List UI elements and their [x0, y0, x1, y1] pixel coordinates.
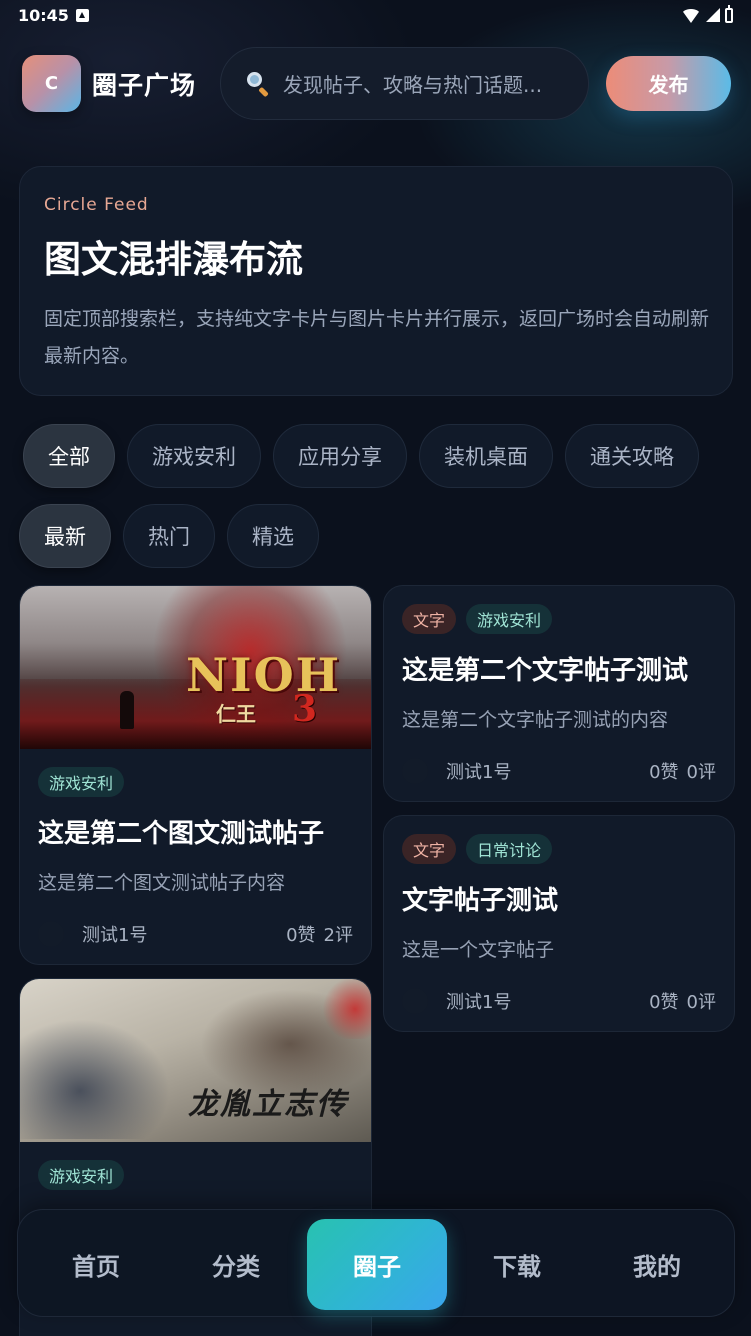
battery-icon: [725, 4, 733, 23]
post-meta: 测试1号 0赞 0评: [402, 758, 716, 784]
status-time: 10:45: [18, 6, 69, 25]
sort-hot[interactable]: 热门: [123, 504, 215, 568]
post-desc: 这是一个文字帖子: [402, 939, 555, 961]
post-tag-type: 文字: [402, 834, 457, 864]
avatar: [402, 988, 428, 1014]
post-likes: 0赞: [649, 992, 679, 1013]
sort-latest[interactable]: 最新: [19, 504, 111, 568]
bottom-nav: 首页 分类 圈子 下载 我的: [17, 1209, 735, 1317]
post-comments: 0评: [686, 992, 716, 1013]
sort-filter: 最新 热门 精选: [19, 504, 319, 568]
post-tag: 游戏安利: [466, 604, 553, 634]
search-input[interactable]: 发现帖子、攻略与热门话题...: [220, 47, 589, 120]
post-comments: 0评: [686, 762, 716, 783]
page-title: 圈子广场: [92, 71, 197, 100]
avatar: [402, 758, 428, 784]
post-tag: 游戏安利: [38, 767, 125, 797]
post-author: 测试1号: [446, 992, 512, 1013]
cover-logo-sub: 仁王: [216, 702, 256, 726]
top-bar: C 圈子广场 发现帖子、攻略与热门话题... 发布: [0, 46, 751, 122]
chip-game-recommend[interactable]: 游戏安利: [127, 424, 261, 488]
cover-logo-num: 3: [292, 688, 318, 730]
post-title: 这是第二个图文测试帖子: [38, 819, 325, 849]
post-likes: 0赞: [286, 925, 316, 946]
post-author: 测试1号: [446, 762, 512, 783]
post-desc: 这是第二个图文测试帖子内容: [38, 872, 286, 894]
publish-button[interactable]: 发布: [606, 56, 731, 111]
post-meta: 测试1号 0赞 0评: [402, 988, 716, 1014]
chip-all[interactable]: 全部: [23, 424, 115, 488]
chip-app-share[interactable]: 应用分享: [273, 424, 407, 488]
nav-category[interactable]: 分类: [166, 1210, 306, 1318]
post-comments: 2评: [323, 925, 353, 946]
chip-walkthrough[interactable]: 通关攻略: [565, 424, 699, 488]
avatar: [38, 921, 64, 947]
search-icon: [245, 71, 271, 97]
post-card[interactable]: NIOH 仁王 3 游戏安利 这是第二个图文测试帖子 这是第二个图文测试帖子内容…: [19, 585, 372, 965]
hero-eyebrow: Circle Feed: [44, 195, 149, 215]
post-desc: 这是第二个文字帖子测试的内容: [402, 709, 669, 731]
nav-download[interactable]: 下载: [447, 1210, 587, 1318]
cover-logo-text: 龙胤立志传: [188, 1087, 348, 1122]
post-tag: 游戏安利: [38, 1160, 125, 1190]
nav-circle[interactable]: 圈子: [307, 1219, 447, 1310]
post-likes: 0赞: [649, 762, 679, 783]
post-card[interactable]: 文字 游戏安利 这是第二个文字帖子测试 这是第二个文字帖子测试的内容 测试1号 …: [383, 585, 735, 802]
category-filter: 全部 游戏安利 应用分享 装机桌面 通关攻略: [23, 424, 699, 488]
sort-featured[interactable]: 精选: [227, 504, 319, 568]
app-logo[interactable]: C: [22, 55, 81, 112]
cover-logo-text: NIOH: [186, 648, 342, 702]
post-tag-type: 文字: [402, 604, 457, 634]
status-icons: [681, 4, 733, 23]
post-author: 测试1号: [82, 925, 148, 946]
post-tag: 日常讨论: [466, 834, 553, 864]
post-card[interactable]: 文字 日常讨论 文字帖子测试 这是一个文字帖子 测试1号 0赞 0评: [383, 815, 735, 1032]
wifi-icon: [681, 9, 701, 23]
hero-card: Circle Feed 图文混排瀑布流 固定顶部搜索栏，支持纯文字卡片与图片卡片…: [19, 166, 733, 396]
nav-profile[interactable]: 我的: [587, 1210, 727, 1318]
post-title: 这是第二个文字帖子测试: [402, 656, 689, 686]
signal-icon: [706, 8, 720, 22]
post-cover-image: 龙胤立志传: [20, 979, 371, 1142]
status-bar: 10:45: [0, 0, 751, 32]
chip-desktop-setup[interactable]: 装机桌面: [419, 424, 553, 488]
hero-description: 固定顶部搜索栏，支持纯文字卡片与图片卡片并行展示，返回广场时会自动刷新最新内容。: [44, 308, 710, 367]
nav-home[interactable]: 首页: [26, 1210, 166, 1318]
post-title: 文字帖子测试: [402, 886, 559, 916]
notification-icon: [76, 9, 89, 22]
post-cover-image: NIOH 仁王 3: [20, 586, 371, 749]
post-meta: 测试1号 0赞 2评: [38, 921, 353, 947]
search-placeholder: 发现帖子、攻略与热门话题...: [283, 73, 543, 97]
hero-title: 图文混排瀑布流: [44, 238, 303, 281]
